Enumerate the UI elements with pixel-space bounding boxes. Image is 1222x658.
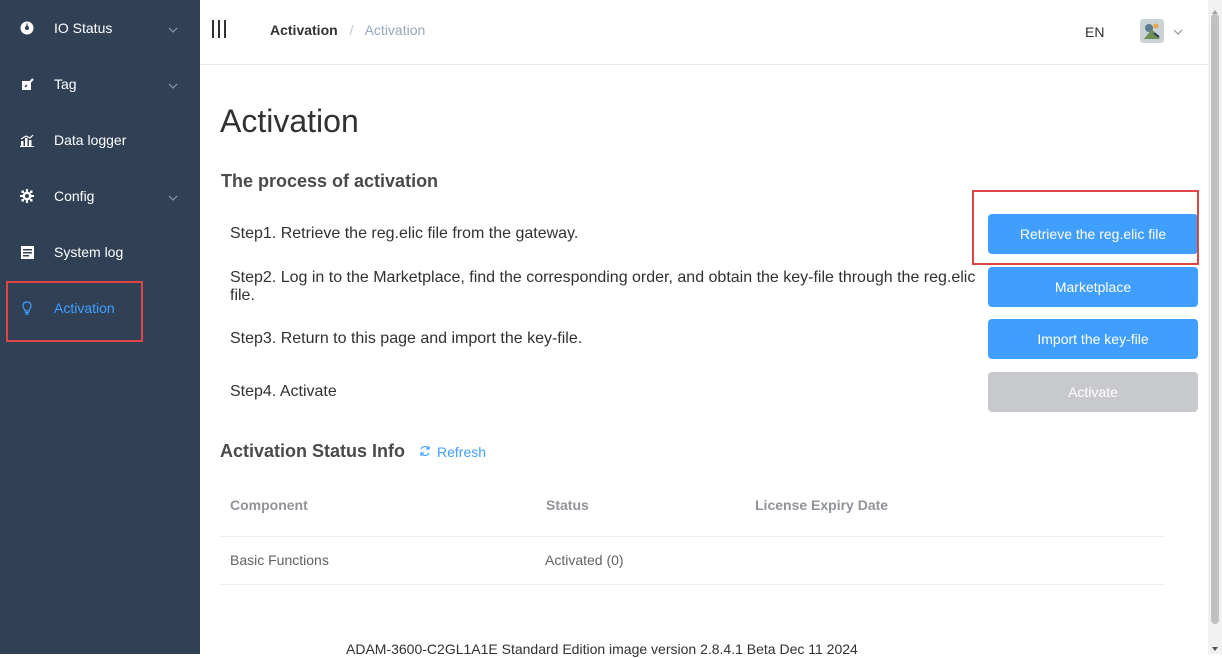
- scroll-thumb[interactable]: [1211, 14, 1219, 624]
- highlight-box-retrieve: [972, 190, 1199, 265]
- log-icon: [20, 245, 34, 259]
- breadcrumb-item-current: Activation: [364, 22, 426, 38]
- sidebar: IO Status Tag Data logger Config System …: [0, 0, 200, 654]
- step-2-text: Step2. Log in to the Marketplace, find t…: [230, 269, 976, 304]
- sidebar-item-io-status[interactable]: IO Status: [0, 0, 200, 56]
- marketplace-button[interactable]: Marketplace: [988, 267, 1198, 307]
- sidebar-item-label: System log: [54, 244, 124, 260]
- cell-component: Basic Functions: [230, 552, 329, 568]
- row-divider: [220, 584, 1165, 585]
- sidebar-item-label: Config: [54, 188, 95, 204]
- chevron-down-icon: [168, 20, 178, 36]
- sidebar-item-config[interactable]: Config: [0, 168, 200, 224]
- activate-button[interactable]: Activate: [988, 372, 1198, 412]
- edit-icon: [20, 77, 34, 91]
- sidebar-item-label: IO Status: [54, 20, 113, 36]
- sidebar-item-label: Data logger: [54, 132, 127, 148]
- compass-icon: [20, 21, 34, 35]
- sidebar-item-data-logger[interactable]: Data logger: [0, 112, 200, 168]
- scroll-down-icon[interactable]: [1211, 640, 1219, 651]
- cell-status: Activated (0): [545, 552, 624, 568]
- refresh-icon: [419, 444, 437, 460]
- process-title: The process of activation: [221, 171, 439, 191]
- breadcrumb-separator: /: [349, 22, 354, 38]
- language-selector[interactable]: EN: [1085, 24, 1104, 40]
- refresh-label: Refresh: [437, 444, 487, 460]
- refresh-button[interactable]: Refresh: [419, 444, 486, 460]
- scroll-up-icon[interactable]: [1211, 3, 1219, 14]
- hamburger-icon[interactable]: [212, 20, 228, 38]
- column-header-component: Component: [230, 497, 308, 513]
- footer-version: ADAM-3600-C2GL1A1E Standard Edition imag…: [346, 641, 858, 657]
- breadcrumb-item[interactable]: Activation: [270, 22, 338, 38]
- page-title: Activation: [220, 103, 359, 139]
- status-info-title: Activation Status Info: [220, 441, 406, 461]
- column-header-status: Status: [546, 497, 589, 513]
- step-4-text: Step4. Activate: [230, 383, 337, 400]
- import-key-file-button[interactable]: Import the key-file: [988, 319, 1198, 359]
- sidebar-item-tag[interactable]: Tag: [0, 56, 200, 112]
- avatar[interactable]: [1140, 19, 1164, 43]
- step-3-text: Step3. Return to this page and import th…: [230, 330, 583, 347]
- highlight-box-activation: [6, 281, 143, 342]
- top-header: Activation / Activation EN: [200, 0, 1208, 65]
- chevron-down-icon[interactable]: [1173, 22, 1183, 40]
- chevron-down-icon: [168, 188, 178, 204]
- row-divider: [220, 536, 1165, 537]
- column-header-license-expiry: License Expiry Date: [755, 497, 889, 513]
- breadcrumb: Activation / Activation: [270, 22, 425, 38]
- sidebar-item-label: Tag: [54, 76, 77, 92]
- vertical-scrollbar[interactable]: [1208, 0, 1222, 654]
- chart-icon: [20, 133, 34, 147]
- step-1-text: Step1. Retrieve the reg.elic file from t…: [230, 225, 579, 242]
- sidebar-item-system-log[interactable]: System log: [0, 224, 200, 280]
- gear-icon: [20, 189, 34, 203]
- chevron-down-icon: [168, 76, 178, 92]
